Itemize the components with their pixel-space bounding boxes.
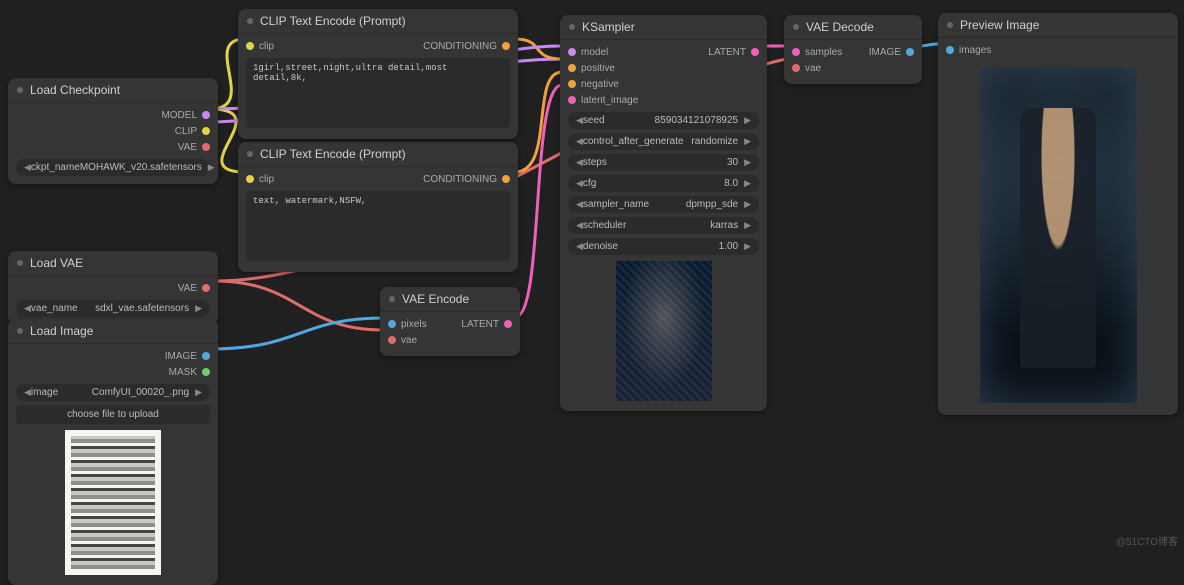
chevron-left-icon: ◀: [24, 303, 31, 314]
input-clip: clip: [259, 41, 274, 52]
node-load-checkpoint[interactable]: Load Checkpoint MODEL CLIP VAE ◀ ckpt_na…: [8, 78, 218, 184]
widget-label: image: [31, 387, 58, 398]
preview-output-image: [980, 68, 1137, 403]
output-conditioning: CONDITIONING: [423, 174, 497, 185]
output-model: MODEL: [161, 110, 197, 121]
widget-value: sdxl_vae.safetensors: [95, 303, 189, 314]
output-image: IMAGE: [165, 351, 197, 362]
control-after-generate-widget[interactable]: ◀control_after_generaterandomize▶: [568, 133, 759, 150]
prompt-text[interactable]: [246, 58, 510, 128]
upload-button[interactable]: choose file to upload: [16, 405, 210, 424]
node-vae-decode[interactable]: VAE Decode samples IMAGE vae: [784, 15, 922, 84]
vae-name-select[interactable]: ◀ vae_name sdxl_vae.safetensors ▶: [16, 300, 210, 317]
steps-widget[interactable]: ◀steps30▶: [568, 154, 759, 171]
input-model: model: [581, 47, 608, 58]
denoise-widget[interactable]: ◀denoise1.00▶: [568, 238, 759, 255]
node-title: CLIP Text Encode (Prompt): [238, 9, 518, 34]
node-load-vae[interactable]: Load VAE VAE ◀ vae_name sdxl_vae.safeten…: [8, 251, 218, 325]
chevron-right-icon: ▶: [195, 387, 202, 398]
output-mask: MASK: [169, 367, 197, 378]
scheduler-widget[interactable]: ◀schedulerkarras▶: [568, 217, 759, 234]
ckpt-name-select[interactable]: ◀ ckpt_name MOHAWK_v20.safetensors ▶: [16, 159, 210, 176]
chevron-right-icon: ▶: [208, 162, 215, 173]
input-latent-image: latent_image: [581, 95, 638, 106]
ksampler-preview-image: [616, 261, 712, 401]
input-clip: clip: [259, 174, 274, 185]
input-images: images: [959, 45, 991, 56]
widget-label: vae_name: [31, 303, 78, 314]
node-title: Preview Image: [938, 13, 1178, 38]
node-load-image[interactable]: Load Image IMAGE MASK ◀ image ComfyUI_00…: [8, 319, 218, 585]
node-clip-text-encode-negative[interactable]: CLIP Text Encode (Prompt) clip CONDITION…: [238, 142, 518, 272]
seed-widget[interactable]: ◀seed859034121078925▶: [568, 112, 759, 129]
watermark: @51CTO博客: [1116, 533, 1178, 548]
widget-value: ComfyUI_00020_.png: [92, 387, 189, 398]
node-vae-encode[interactable]: VAE Encode pixels LATENT vae: [380, 287, 520, 356]
output-latent: LATENT: [461, 319, 499, 330]
chevron-left-icon: ◀: [24, 387, 31, 398]
input-vae: vae: [401, 335, 417, 346]
cfg-widget[interactable]: ◀cfg8.0▶: [568, 175, 759, 192]
node-title: VAE Encode: [380, 287, 520, 312]
input-samples: samples: [805, 47, 842, 58]
node-ksampler[interactable]: KSampler model LATENT positive negative …: [560, 15, 767, 411]
sampler-name-widget[interactable]: ◀sampler_namedpmpp_sde▶: [568, 196, 759, 213]
node-title: VAE Decode: [784, 15, 922, 40]
input-vae: vae: [805, 63, 821, 74]
widget-label: ckpt_name: [31, 162, 80, 173]
node-preview-image[interactable]: Preview Image images: [938, 13, 1178, 415]
node-title: KSampler: [560, 15, 767, 40]
chevron-right-icon: ▶: [195, 303, 202, 314]
node-title: Load Checkpoint: [8, 78, 218, 103]
image-select[interactable]: ◀ image ComfyUI_00020_.png ▶: [16, 384, 210, 401]
output-vae: VAE: [178, 283, 197, 294]
input-negative: negative: [581, 79, 619, 90]
loaded-image-preview: [65, 430, 161, 575]
chevron-left-icon: ◀: [24, 162, 31, 173]
node-title: CLIP Text Encode (Prompt): [238, 142, 518, 167]
node-clip-text-encode-positive[interactable]: CLIP Text Encode (Prompt) clip CONDITION…: [238, 9, 518, 139]
node-title: Load VAE: [8, 251, 218, 276]
node-title: Load Image: [8, 319, 218, 344]
input-positive: positive: [581, 63, 615, 74]
output-conditioning: CONDITIONING: [423, 41, 497, 52]
output-vae: VAE: [178, 142, 197, 153]
prompt-text[interactable]: [246, 191, 510, 261]
output-image: IMAGE: [869, 47, 901, 58]
input-pixels: pixels: [401, 319, 427, 330]
output-clip: CLIP: [175, 126, 197, 137]
widget-value: MOHAWK_v20.safetensors: [80, 162, 202, 173]
output-latent: LATENT: [708, 47, 746, 58]
